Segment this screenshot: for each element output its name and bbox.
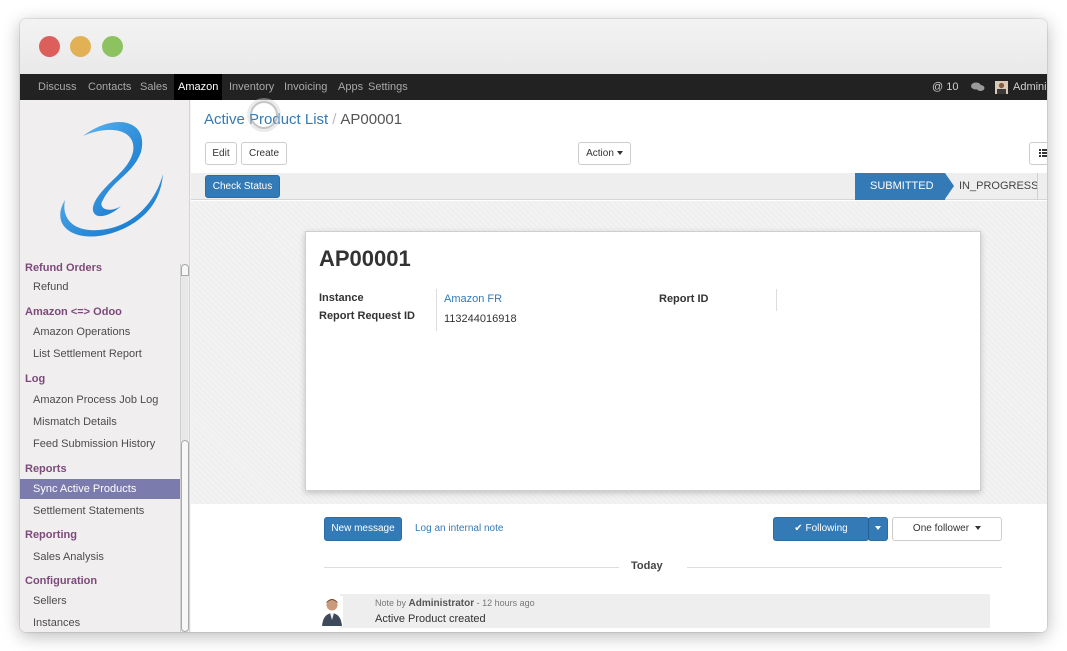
- top-navbar: Discuss Contacts Sales Amazon Inventory …: [20, 74, 1047, 100]
- close-window-button[interactable]: [39, 36, 60, 57]
- field-value-instance[interactable]: Amazon FR: [444, 293, 502, 305]
- field-value-report-request-id: 113244016918: [444, 313, 517, 325]
- company-logo-icon: [60, 122, 164, 237]
- scroll-up-button[interactable]: [181, 264, 189, 276]
- notifications-counter[interactable]: @ 10: [932, 74, 958, 100]
- menu-item-instances[interactable]: Instances: [20, 613, 180, 632]
- click-indicator: [250, 101, 278, 129]
- field-divider: [436, 289, 437, 331]
- new-message-button[interactable]: New message: [324, 517, 402, 541]
- form-background: AP00001 Instance Amazon FR Report Reques…: [191, 201, 1047, 504]
- following-dropdown-toggle[interactable]: [868, 517, 888, 541]
- menu-item-feed-submission-history[interactable]: Feed Submission History: [20, 434, 180, 454]
- create-button[interactable]: Create: [241, 142, 287, 165]
- form-sheet: AP00001 Instance Amazon FR Report Reques…: [305, 231, 981, 491]
- field-label-report-id: Report ID: [659, 293, 709, 305]
- nav-settings[interactable]: Settings: [368, 74, 408, 100]
- app-window: Discuss Contacts Sales Amazon Inventory …: [20, 19, 1047, 632]
- menu-item-refund[interactable]: Refund: [20, 277, 180, 297]
- status-bar: Check Status SUBMITTED IN_PROGRESS: [191, 173, 1047, 200]
- nav-sales[interactable]: Sales: [140, 74, 168, 100]
- nav-invoicing[interactable]: Invoicing: [284, 74, 327, 100]
- chatter: New message Log an internal note ✔ Follo…: [191, 504, 1047, 632]
- edit-button[interactable]: Edit: [205, 142, 237, 165]
- message-author[interactable]: Administrator: [409, 598, 475, 609]
- menu-section-log: Log: [25, 373, 46, 385]
- menu-section-configuration: Configuration: [25, 575, 98, 587]
- followers-dropdown[interactable]: One follower: [892, 517, 1002, 541]
- caret-down-icon: [616, 151, 623, 156]
- field-label-report-request-id: Report Request ID: [319, 310, 415, 322]
- nav-discuss[interactable]: Discuss: [38, 74, 77, 100]
- menu-item-mismatch-details[interactable]: Mismatch Details: [20, 412, 180, 432]
- menu-item-sync-active-products[interactable]: Sync Active Products: [20, 479, 180, 499]
- check-status-button[interactable]: Check Status: [205, 175, 280, 198]
- field-divider: [776, 289, 777, 311]
- menu-item-settlement-statements[interactable]: Settlement Statements: [20, 501, 180, 521]
- menu-item-amazon-operations[interactable]: Amazon Operations: [20, 322, 180, 342]
- nav-amazon[interactable]: Amazon: [174, 74, 223, 100]
- nav-inventory[interactable]: Inventory: [229, 74, 274, 100]
- stage-divider: [1037, 173, 1047, 200]
- action-dropdown[interactable]: Action: [578, 142, 631, 165]
- list-icon: [1039, 148, 1047, 159]
- chat-bubbles-icon[interactable]: [971, 74, 985, 100]
- breadcrumb-separator: /: [332, 111, 337, 128]
- message-body: Active Product created: [375, 613, 486, 625]
- separator-line-right: [687, 567, 1002, 568]
- menu-item-sellers[interactable]: Sellers: [20, 591, 180, 611]
- breadcrumb-current: AP00001: [340, 111, 403, 128]
- user-menu[interactable]: Admini: [1013, 74, 1047, 100]
- sidebar: Refund Orders Refund Amazon <=> Odoo Ama…: [20, 100, 190, 632]
- sidebar-scrollbar[interactable]: [180, 264, 189, 632]
- breadcrumb: Active Product List / AP00001: [204, 111, 402, 128]
- stage-submitted-label: SUBMITTED: [870, 180, 934, 192]
- message-meta: Note by Administrator - 12 hours ago: [375, 598, 535, 609]
- field-label-instance: Instance: [319, 292, 364, 304]
- message-prefix: Note by: [375, 598, 407, 608]
- caret-down-icon: [875, 526, 881, 531]
- separator-line-left: [324, 567, 619, 568]
- nav-contacts[interactable]: Contacts: [88, 74, 131, 100]
- date-separator: Today: [631, 560, 663, 572]
- scrollbar-thumb[interactable]: [181, 440, 189, 632]
- main-content: Active Product List / AP00001 Edit Create …: [191, 100, 1047, 632]
- maximize-window-button[interactable]: [102, 36, 123, 57]
- nav-apps[interactable]: Apps: [338, 74, 363, 100]
- stage-in-progress[interactable]: IN_PROGRESS: [945, 173, 1047, 200]
- stage-in-progress-label: IN_PROGRESS: [959, 180, 1039, 192]
- menu-section-refund-orders: Refund Orders: [25, 262, 103, 274]
- menu-item-list-settlement-report[interactable]: List Settlement Report: [20, 344, 180, 364]
- window-titlebar: [20, 19, 1047, 74]
- menu-section-reporting: Reporting: [25, 529, 77, 541]
- author-avatar-icon: [321, 596, 343, 626]
- caret-down-icon: [975, 526, 982, 531]
- menu-item-amazon-process-job-log[interactable]: Amazon Process Job Log: [20, 390, 180, 410]
- message-item: Note by Administrator - 12 hours ago Act…: [340, 594, 990, 628]
- record-title: AP00001: [319, 246, 411, 271]
- minimize-window-button[interactable]: [70, 36, 91, 57]
- stage-submitted[interactable]: SUBMITTED: [855, 173, 954, 200]
- following-button[interactable]: ✔ Following: [773, 517, 869, 541]
- followers-label: One follower: [912, 523, 970, 534]
- user-avatar-icon[interactable]: [995, 74, 1008, 100]
- menu-item-sales-analysis[interactable]: Sales Analysis: [20, 547, 180, 567]
- action-label: Action: [586, 148, 614, 159]
- menu-section-reports: Reports: [25, 463, 67, 475]
- control-panel: Active Product List / AP00001 Edit Create …: [191, 100, 1047, 200]
- message-time: - 12 hours ago: [476, 598, 535, 608]
- list-view-button[interactable]: [1029, 142, 1047, 165]
- menu-section-amazon-odoo: Amazon <=> Odoo: [25, 306, 122, 318]
- log-note-link[interactable]: Log an internal note: [415, 523, 503, 534]
